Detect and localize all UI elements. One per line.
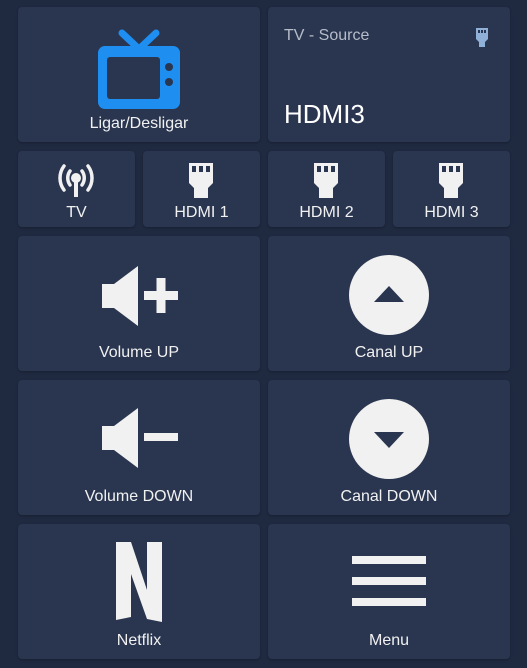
hdmi-icon [439, 163, 463, 198]
netflix-icon [116, 542, 162, 622]
menu-label: Menu [368, 632, 410, 649]
hdmi-icon [476, 28, 488, 47]
input-hdmi1-button[interactable]: HDMI 1 [143, 151, 260, 227]
power-button[interactable]: Ligar/Desligar [18, 7, 260, 142]
volume-plus-icon [102, 266, 178, 326]
input-tv-button[interactable]: TV [18, 151, 135, 227]
input-hdmi3-label: HDMI 3 [424, 204, 479, 221]
volume-down-label: Volume DOWN [84, 488, 194, 505]
netflix-label: Netflix [116, 632, 162, 649]
channel-down-label: Canal DOWN [340, 488, 438, 505]
input-hdmi3-button[interactable]: HDMI 3 [393, 151, 510, 227]
input-hdmi1-label: HDMI 1 [174, 204, 229, 221]
volume-down-button[interactable]: Volume DOWN [18, 380, 260, 515]
netflix-button[interactable]: Netflix [18, 524, 260, 659]
tv-icon [98, 29, 180, 109]
input-hdmi2-button[interactable]: HDMI 2 [268, 151, 385, 227]
volume-minus-icon [102, 408, 178, 468]
channel-down-button[interactable]: Canal DOWN [268, 380, 510, 515]
input-tv-label: TV [66, 204, 87, 221]
hdmi-icon [189, 163, 213, 198]
channel-down-icon [349, 399, 429, 479]
channel-up-icon [349, 255, 429, 335]
source-value: HDMI3 [284, 99, 365, 129]
volume-up-label: Volume UP [98, 344, 180, 361]
menu-icon [352, 556, 426, 606]
hdmi-icon [314, 163, 338, 198]
volume-up-button[interactable]: Volume UP [18, 236, 260, 371]
source-title: TV - Source [284, 27, 370, 44]
input-hdmi2-label: HDMI 2 [299, 204, 354, 221]
tv-source-card[interactable]: TV - Source HDMI3 [268, 7, 510, 142]
power-label: Ligar/Desligar [89, 115, 189, 132]
menu-button[interactable]: Menu [268, 524, 510, 659]
antenna-icon [58, 164, 94, 197]
channel-up-label: Canal UP [354, 344, 424, 361]
channel-up-button[interactable]: Canal UP [268, 236, 510, 371]
